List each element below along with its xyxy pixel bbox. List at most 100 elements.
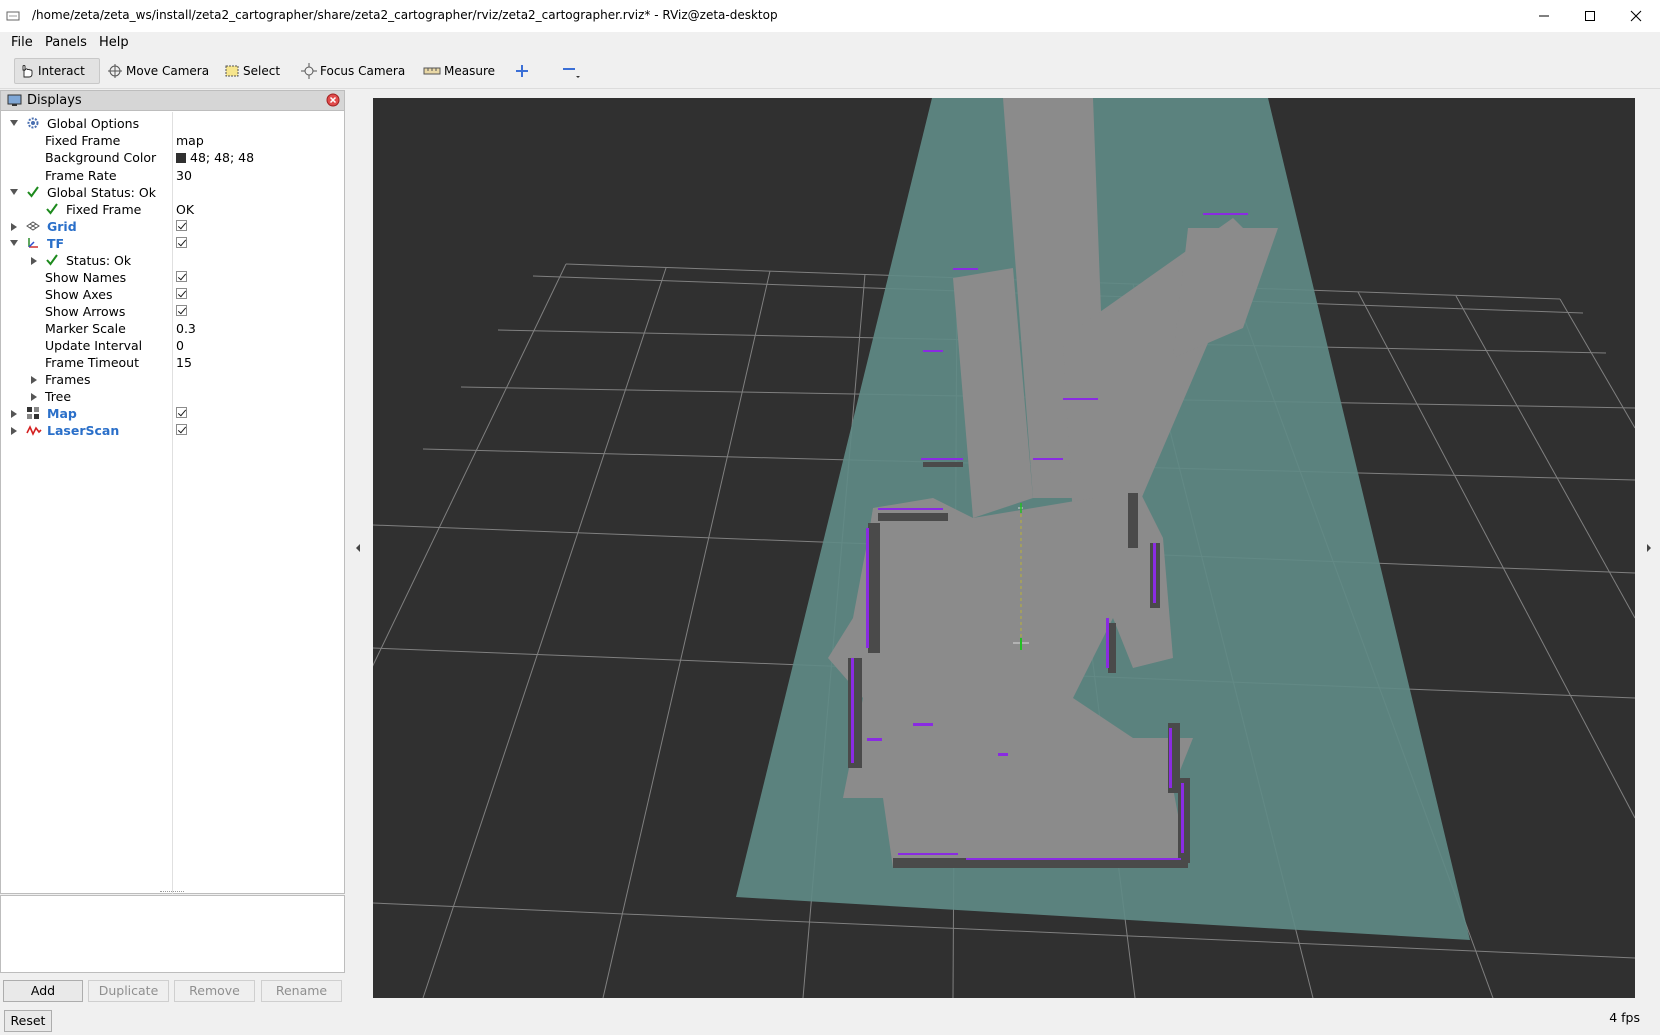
expand-arrow-icon[interactable] — [31, 376, 37, 384]
collapse-left-panel-icon[interactable] — [354, 543, 362, 553]
minimize-button[interactable] — [1522, 4, 1566, 28]
tree-row-map[interactable]: Map — [1, 405, 344, 423]
collapse-arrow-icon[interactable] — [10, 120, 18, 126]
add-display-button[interactable]: Add — [3, 980, 83, 1002]
ruler-icon — [423, 67, 441, 75]
menu-panels[interactable]: Panels — [45, 32, 87, 54]
tf-enabled-checkbox[interactable] — [176, 237, 187, 248]
update-interval-value[interactable]: 0 — [176, 338, 184, 353]
frame-rate-value[interactable]: 30 — [176, 168, 192, 183]
expand-arrow-icon[interactable] — [31, 393, 37, 401]
displays-panel-title: Displays — [27, 93, 82, 108]
remove-display-button[interactable]: Remove — [174, 980, 255, 1002]
marker-scale-value[interactable]: 0.3 — [176, 321, 196, 336]
tree-row-fixed-frame[interactable]: Fixed Frame map — [1, 132, 344, 150]
add-tool-button[interactable] — [510, 58, 537, 84]
close-button[interactable] — [1614, 4, 1658, 28]
background-color-label: Background Color — [45, 150, 157, 165]
tree-row-show-arrows[interactable]: Show Arrows — [1, 303, 344, 321]
tree-row-frame-rate[interactable]: Frame Rate 30 — [1, 167, 344, 185]
tree-row-update-interval[interactable]: Update Interval 0 — [1, 337, 344, 355]
global-options-label: Global Options — [47, 116, 140, 131]
collapse-arrow-icon[interactable] — [10, 189, 18, 195]
global-status-label: Global Status: Ok — [47, 185, 156, 200]
rename-display-button[interactable]: Rename — [261, 980, 342, 1002]
grid-enabled-checkbox[interactable] — [176, 220, 187, 231]
marker-scale-label: Marker Scale — [45, 321, 126, 336]
interact-tool-button[interactable]: Interact — [14, 58, 100, 84]
collapse-arrow-icon[interactable] — [10, 240, 18, 246]
status-fixed-frame-label: Fixed Frame — [66, 202, 142, 217]
tree-row-tf-status[interactable]: Status: Ok — [1, 252, 344, 270]
reset-button[interactable]: Reset — [4, 1010, 52, 1032]
laserscan-enabled-checkbox[interactable] — [176, 424, 187, 435]
window-title: /home/zeta/zeta_ws/install/zeta2_cartogr… — [32, 8, 778, 22]
map-enabled-checkbox[interactable] — [176, 407, 187, 418]
render-viewport[interactable] — [373, 98, 1635, 998]
fixed-frame-value[interactable]: map — [176, 133, 204, 148]
menu-help[interactable]: Help — [99, 32, 129, 54]
grid-icon — [26, 221, 40, 231]
expand-arrow-icon[interactable] — [11, 410, 17, 418]
checkmark-icon — [46, 254, 58, 266]
tree-row-status-fixed-frame[interactable]: Fixed Frame OK — [1, 201, 344, 219]
move-camera-icon — [108, 64, 122, 78]
select-tool-label: Select — [243, 64, 281, 78]
collapse-right-panel-icon[interactable] — [1645, 543, 1653, 553]
tree-row-frame-timeout[interactable]: Frame Timeout 15 — [1, 354, 344, 372]
tree-row-tree[interactable]: Tree — [1, 388, 344, 406]
fixed-frame-label: Fixed Frame — [45, 133, 121, 148]
move-camera-tool-button[interactable]: Move Camera — [103, 58, 213, 84]
tree-row-laserscan[interactable]: LaserScan — [1, 422, 344, 440]
show-axes-checkbox[interactable] — [176, 288, 187, 299]
select-tool-button[interactable]: Select — [220, 58, 284, 84]
close-panel-icon[interactable] — [326, 93, 340, 107]
tree-row-show-axes[interactable]: Show Axes — [1, 286, 344, 304]
tree-label: Tree — [45, 389, 72, 404]
duplicate-display-button[interactable]: Duplicate — [88, 980, 169, 1002]
tree-row-background-color[interactable]: Background Color 48; 48; 48 — [1, 149, 344, 167]
hand-pointer-icon — [22, 65, 33, 78]
displays-panel-header[interactable]: Displays — [1, 91, 344, 111]
frame-timeout-value[interactable]: 15 — [176, 355, 192, 370]
tree-row-show-names[interactable]: Show Names — [1, 269, 344, 287]
gear-icon — [27, 117, 39, 129]
focus-camera-tool-label: Focus Camera — [320, 64, 406, 78]
tree-row-global-options[interactable]: Global Options — [1, 115, 344, 133]
tree-row-frames[interactable]: Frames — [1, 371, 344, 389]
tree-row-marker-scale[interactable]: Marker Scale 0.3 — [1, 320, 344, 338]
map-label: Map — [47, 406, 77, 421]
tree-row-grid[interactable]: Grid — [1, 218, 344, 236]
tf-label: TF — [47, 236, 65, 251]
interact-tool-label: Interact — [38, 64, 85, 78]
expand-arrow-icon[interactable] — [11, 223, 17, 231]
measure-tool-button[interactable]: Measure — [419, 58, 499, 84]
menu-file[interactable]: File — [11, 32, 33, 54]
3d-scene[interactable] — [373, 98, 1635, 998]
focus-camera-icon — [301, 63, 317, 79]
displays-tree[interactable]: Global Options Fixed Frame map Backgroun… — [1, 112, 344, 894]
menu-bar: File Panels Help — [0, 32, 1660, 54]
focus-camera-tool-button[interactable]: Focus Camera — [297, 58, 409, 84]
show-names-checkbox[interactable] — [176, 271, 187, 282]
status-fixed-frame-value: OK — [176, 202, 195, 217]
show-names-label: Show Names — [45, 270, 127, 285]
remove-tool-button[interactable] — [557, 58, 588, 84]
tree-row-tf[interactable]: TF — [1, 235, 344, 253]
background-color-value-wrapper[interactable]: 48; 48; 48 — [176, 150, 254, 165]
show-arrows-checkbox[interactable] — [176, 305, 187, 316]
measure-tool-label: Measure — [444, 64, 495, 78]
maximize-button[interactable] — [1568, 4, 1612, 28]
checkmark-icon — [27, 186, 39, 198]
show-axes-label: Show Axes — [45, 287, 113, 302]
laserscan-icon — [26, 425, 42, 436]
frame-rate-label: Frame Rate — [45, 168, 117, 183]
tree-row-global-status[interactable]: Global Status: Ok — [1, 184, 344, 202]
toolbar: Interact Move Camera Select Focus Camera… — [0, 54, 1660, 89]
color-swatch — [176, 153, 186, 163]
select-box-icon — [225, 65, 239, 77]
expand-arrow-icon[interactable] — [31, 257, 37, 265]
window-title-bar[interactable]: /home/zeta/zeta_ws/install/zeta2_cartogr… — [0, 0, 1660, 32]
expand-arrow-icon[interactable] — [11, 427, 17, 435]
show-arrows-label: Show Arrows — [45, 304, 126, 319]
